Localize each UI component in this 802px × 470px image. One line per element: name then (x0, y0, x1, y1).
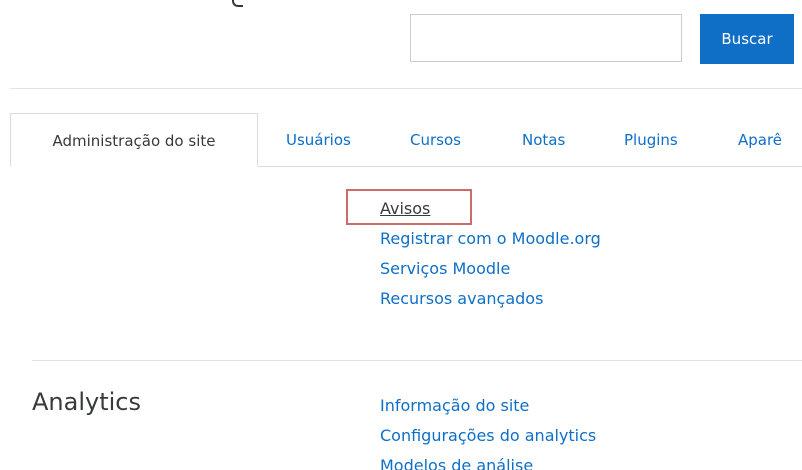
moodle-services-link[interactable]: Serviços Moodle (380, 259, 510, 278)
site-information-link[interactable]: Informação do site (380, 396, 529, 415)
list-item: Modelos de análise (380, 451, 800, 470)
list-item: Recursos avançados (380, 284, 800, 314)
list-item: Serviços Moodle (380, 254, 800, 284)
analytics-links-list: Informação do site Configurações do anal… (380, 391, 800, 470)
list-item: Configurações do analytics (380, 421, 800, 451)
search-button[interactable]: Buscar (700, 14, 794, 64)
tab-grades[interactable]: Notas (522, 113, 565, 167)
tab-site-administration[interactable]: Administração do site (10, 113, 258, 167)
list-item: Registrar com o Moodle.org (380, 224, 800, 254)
notifications-link[interactable]: Avisos (380, 199, 430, 218)
header-divider (10, 88, 802, 89)
analytics-heading: Analytics (32, 388, 141, 416)
section-divider (32, 360, 802, 361)
tab-courses[interactable]: Cursos (410, 113, 461, 167)
advanced-features-link[interactable]: Recursos avançados (380, 289, 543, 308)
tab-appearance[interactable]: Aparê (738, 113, 782, 167)
register-moodle-link[interactable]: Registrar com o Moodle.org (380, 229, 601, 248)
page-title-fragment (232, 0, 243, 7)
tab-users[interactable]: Usuários (286, 113, 351, 167)
admin-tabs: Administração do site Usuários Cursos No… (10, 113, 802, 167)
list-item: Informação do site (380, 391, 800, 421)
search-input[interactable] (410, 14, 682, 62)
analytics-settings-link[interactable]: Configurações do analytics (380, 426, 596, 445)
general-links-list: Avisos Registrar com o Moodle.org Serviç… (380, 194, 800, 314)
admin-page: Buscar Administração do site Usuários Cu… (0, 0, 802, 470)
analysis-models-link[interactable]: Modelos de análise (380, 456, 533, 470)
list-item: Avisos (380, 194, 800, 224)
tab-plugins[interactable]: Plugins (624, 113, 678, 167)
